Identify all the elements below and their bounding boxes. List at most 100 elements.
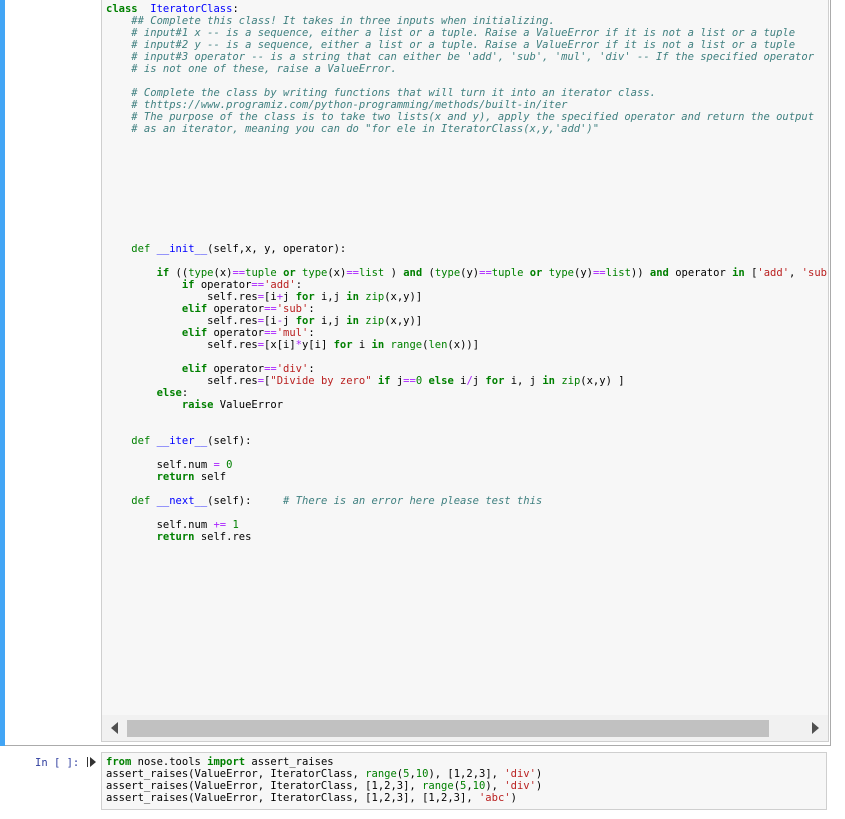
code-token: type <box>434 267 461 279</box>
code-token: in <box>346 291 359 303</box>
code-line: # input#3 operator -- is a string that c… <box>106 51 828 63</box>
code-line: # input#1 x -- is a sequence, either a l… <box>106 27 828 39</box>
code-token: == <box>403 375 416 387</box>
code-line: self.res=[x[i]*y[i] for i in range(len(x… <box>106 339 828 351</box>
code-token: 'div' <box>504 768 536 780</box>
code-token: from <box>106 756 132 768</box>
code-token: tuple <box>245 267 277 279</box>
code-token: : <box>181 387 189 399</box>
code-token: ) <box>510 792 517 804</box>
code-line: elif operator=='sub': <box>106 303 828 315</box>
code-token: i,j <box>314 315 347 327</box>
code-token: self.res <box>106 375 258 387</box>
code-line: self.num = 0 <box>106 459 828 471</box>
code-token: 'add' <box>757 267 790 279</box>
code-token: return <box>156 531 195 543</box>
code-line: elif operator=='mul': <box>106 327 828 339</box>
code-text[interactable]: from nose.tools import assert_raises asse… <box>106 756 542 804</box>
code-token: 0 <box>226 459 233 471</box>
code-editor[interactable]: class IteratorClass: ## Complete this cl… <box>101 0 829 742</box>
code-token: operator <box>207 303 265 315</box>
code-token: range <box>422 780 454 792</box>
code-line: assert_raises(ValueError, IteratorClass,… <box>106 768 542 780</box>
code-token: in <box>371 339 385 351</box>
code-token: self.res <box>106 315 258 327</box>
code-token: import <box>207 756 246 768</box>
code-token: zip <box>365 291 385 303</box>
code-token: __next__ <box>156 495 208 507</box>
code-token: (x,y)] <box>384 291 423 303</box>
code-token: += <box>213 519 227 531</box>
code-token: operator <box>207 327 265 339</box>
code-token: == <box>264 327 277 339</box>
code-token: # The purpose of the class is to take tw… <box>106 111 815 123</box>
horizontal-scrollbar[interactable] <box>102 715 828 741</box>
code-editor[interactable]: from nose.tools import assert_raises asse… <box>101 752 827 810</box>
code-token: zip <box>561 375 581 387</box>
code-token: (y) <box>460 267 480 279</box>
code-token: in <box>346 315 359 327</box>
code-line: ## Complete this class! It takes in thre… <box>106 15 828 27</box>
code-token: self.res <box>106 291 258 303</box>
code-token: j <box>283 315 296 327</box>
code-token: y[i] <box>301 339 334 351</box>
code-token: return <box>156 471 195 483</box>
code-token: : <box>295 279 303 291</box>
code-cell-tests[interactable]: In [ ]: from nose.tools import assert_ra… <box>0 748 831 819</box>
code-token: # input#2 y -- is a sequence, either a l… <box>106 39 796 51</box>
code-token: (( <box>169 267 189 279</box>
code-token: self.res <box>106 339 258 351</box>
scrollbar-thumb[interactable] <box>127 720 769 737</box>
code-token: i,j <box>314 291 347 303</box>
scroll-left-arrow-icon[interactable] <box>111 722 118 734</box>
code-token: : <box>232 3 239 15</box>
code-token: j <box>472 375 486 387</box>
code-line: if ((type(x)==tuple or type(x)==list ) a… <box>106 267 828 279</box>
code-text[interactable]: class IteratorClass: ## Complete this cl… <box>106 3 828 543</box>
code-token: i, j <box>504 375 543 387</box>
code-token: [x[i] <box>264 339 296 351</box>
code-token: # thttps://www.programiz.com/python-prog… <box>106 99 568 111</box>
code-token: if <box>156 267 170 279</box>
code-token: 'mul' <box>276 327 309 339</box>
code-token: (self): <box>207 495 284 507</box>
code-token: raise <box>181 399 214 411</box>
code-token: i <box>352 339 372 351</box>
code-token: or <box>283 267 296 279</box>
code-token: in <box>542 375 555 387</box>
code-line: # as an iterator, meaning you can do "fo… <box>106 123 828 135</box>
code-token: operator <box>194 279 252 291</box>
scroll-right-arrow-icon[interactable] <box>812 722 819 734</box>
code-token: nose.tools <box>131 756 208 768</box>
code-token: : <box>308 303 315 315</box>
code-cell-iterator-class[interactable]: class IteratorClass: ## Complete this cl… <box>0 0 831 746</box>
code-token: == <box>251 279 265 291</box>
run-cell-icon[interactable] <box>87 757 96 767</box>
code-token: (self): <box>207 435 252 447</box>
cell-prompt: In [ ]: <box>35 757 80 769</box>
code-token: ), <box>485 780 505 792</box>
code-token: ) <box>384 267 404 279</box>
code-line: return self.res <box>106 531 828 543</box>
code-token: and <box>403 267 423 279</box>
code-token: 1 <box>232 519 239 531</box>
code-token: [ <box>744 267 758 279</box>
code-token: elif <box>181 327 208 339</box>
code-token: elif <box>181 363 208 375</box>
code-token: (x) <box>327 267 347 279</box>
code-token: # There is an error here please test thi… <box>283 495 543 507</box>
code-token: ValueError <box>219 399 284 411</box>
code-line: else: <box>106 387 828 399</box>
code-token: def <box>131 243 151 255</box>
code-token: self.num <box>106 519 214 531</box>
code-token: ( <box>422 267 435 279</box>
code-token: ## Complete this class! It takes in thre… <box>106 15 555 27</box>
